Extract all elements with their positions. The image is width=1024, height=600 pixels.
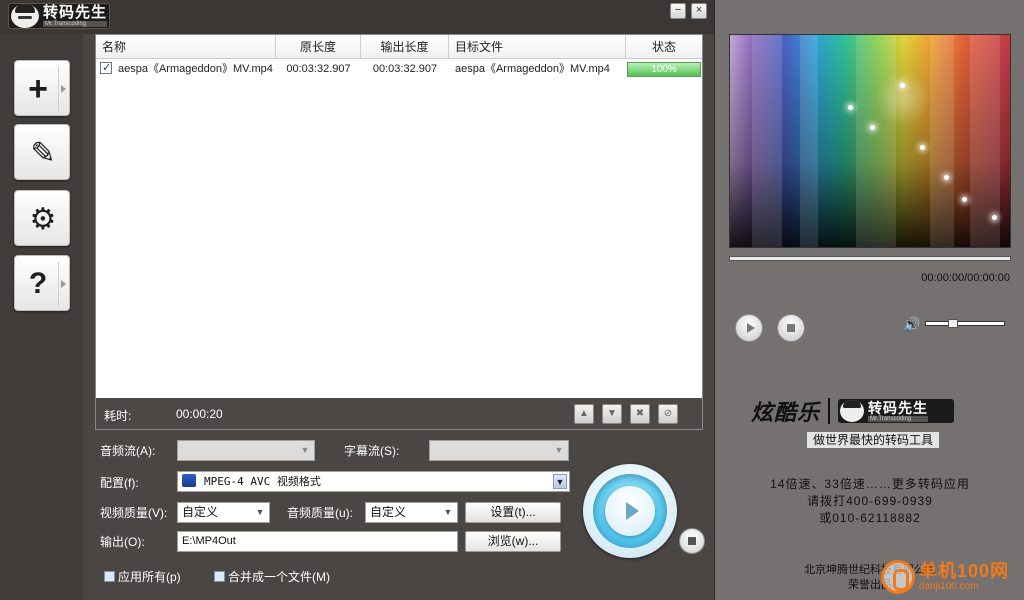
audio-quality-value: 自定义 [370, 505, 407, 519]
output-path-input[interactable]: E:\MP4Out [177, 531, 458, 552]
main-panel: 名称 原长度 输出长度 目标文件 状态 aespa《Armageddon》MV.… [83, 34, 714, 600]
apply-all-checkbox[interactable]: 应用所有(p) [104, 568, 181, 585]
column-target-file[interactable]: 目标文件 [449, 35, 626, 58]
remove-icon: ✖ [635, 408, 645, 419]
logo-title: 转码先生 [43, 4, 108, 21]
edit-button[interactable]: ✎ [14, 124, 70, 180]
start-convert-button[interactable] [583, 464, 677, 558]
chevron-down-icon: ▼ [300, 445, 310, 455]
audio-stream-label: 音频流(A): [100, 444, 156, 458]
preview-play-button[interactable] [735, 314, 763, 342]
promo-line-1: 14倍速、33倍速……更多转码应用 [770, 477, 970, 491]
slogan: 做世界最快的转码工具 [807, 432, 940, 448]
plus-icon: + [28, 69, 48, 108]
move-up-button[interactable]: ▲ [574, 404, 594, 424]
profile-label: 配置(f): [100, 476, 139, 490]
triangle-up-icon: ▲ [579, 408, 589, 419]
watermark-logo-icon [881, 560, 915, 594]
elapsed-value: 00:00:20 [176, 407, 223, 421]
profile-select[interactable]: MPEG-4 AVC 视频格式 ▼ [177, 471, 570, 492]
chevron-down-icon: ▼ [554, 445, 564, 455]
file-name: aespa《Armageddon》MV.mp4 [118, 63, 273, 75]
playback-time: 00:00:00/00:00:00 [921, 272, 1010, 284]
left-toolbar: + ✎ ⚙ ? [0, 34, 83, 600]
preview-stop-button[interactable] [777, 314, 805, 342]
table-row[interactable]: aespa《Armageddon》MV.mp4 00:03:32.907 00:… [96, 59, 702, 79]
minimize-button[interactable]: − [670, 3, 686, 19]
chevron-down-icon: ▼ [553, 474, 567, 489]
chevron-down-icon: ▼ [255, 507, 265, 517]
gear-icon: ⚙ [29, 202, 57, 236]
mascot-face-icon [11, 4, 39, 28]
video-quality-value: 自定义 [182, 505, 219, 519]
column-source-length[interactable]: 原长度 [276, 35, 361, 58]
title-bar: 转码先生 Mr.Transcoding − × [0, 0, 714, 34]
column-name[interactable]: 名称 [96, 35, 276, 58]
app-logo: 转码先生 Mr.Transcoding [8, 3, 110, 29]
pencil-icon: ✎ [30, 136, 56, 170]
subtitle-stream-label: 字幕流(S): [344, 444, 400, 458]
dropdown-arrow-icon[interactable] [61, 280, 66, 288]
brand-name: 炫酷乐 [751, 400, 821, 425]
browse-button[interactable]: 浏览(w)... [465, 531, 561, 552]
merge-one-label: 合并成一个文件(M) [228, 570, 330, 584]
promo-line-3: 或010-62118882 [819, 511, 921, 525]
add-file-button[interactable]: + [14, 60, 70, 116]
merge-one-checkbox[interactable]: 合并成一个文件(M) [214, 568, 330, 585]
elapsed-label: 耗时: [104, 409, 132, 423]
file-list-header: 名称 原长度 输出长度 目标文件 状态 [96, 35, 702, 59]
promo-logo-subtitle: Mr.Transcoding [868, 415, 929, 422]
target-file: aespa《Armageddon》MV.mp4 [455, 63, 610, 75]
column-status[interactable]: 状态 [626, 35, 702, 58]
file-list-footer: 耗时: 00:00:20 ▲ ▼ ✖ ⊘ [95, 398, 703, 430]
play-icon [626, 502, 639, 520]
checkbox-box [104, 571, 115, 583]
promo-logo: 转码先生 Mr.Transcoding [838, 399, 955, 423]
video-quality-label: 视频质量(V): [100, 506, 168, 520]
volume-slider[interactable] [925, 319, 1005, 328]
volume-icon[interactable]: 🔊 [903, 316, 920, 333]
column-output-length[interactable]: 输出长度 [361, 35, 449, 58]
file-list: 名称 原长度 输出长度 目标文件 状态 aespa《Armageddon》MV.… [95, 34, 703, 430]
mascot-face-icon [840, 400, 865, 422]
move-down-button[interactable]: ▼ [602, 404, 622, 424]
watermark-url: danji100.com [919, 581, 979, 593]
checkbox-box [214, 571, 225, 583]
output-label: 输出(O): [100, 535, 145, 549]
logo-subtitle: Mr.Transcoding [43, 21, 108, 27]
subtitle-stream-select[interactable]: ▼ [429, 440, 569, 461]
dropdown-arrow-icon[interactable] [61, 85, 66, 93]
site-watermark: 单机100网 danji100.com [881, 560, 1009, 594]
chevron-down-icon: ▼ [443, 507, 453, 517]
source-length: 00:03:32.907 [286, 63, 351, 75]
video-quality-select[interactable]: 自定义 ▼ [177, 502, 270, 523]
apply-all-label: 应用所有(p) [118, 570, 181, 584]
output-length: 00:03:32.907 [372, 63, 438, 75]
status-progress-bar: 100% [627, 62, 701, 77]
audio-stream-select[interactable]: ▼ [177, 440, 315, 461]
preview-panel: 00:00:00/00:00:00 🔊 炫酷乐 转码先生 Mr.Transcod… [714, 0, 1024, 600]
close-button[interactable]: × [691, 3, 707, 19]
promo-line-2: 请拨打400-699-0939 [807, 494, 933, 508]
triangle-down-icon: ▼ [607, 408, 617, 419]
clear-icon: ⊘ [663, 408, 673, 419]
row-checkbox[interactable] [100, 59, 112, 78]
settings-button[interactable]: ⚙ [14, 190, 70, 246]
audio-quality-label: 音频质量(u): [287, 506, 354, 520]
remove-button[interactable]: ✖ [630, 404, 650, 424]
profile-value: MPEG-4 AVC 视频格式 [204, 475, 321, 488]
promo-brand: 炫酷乐 转码先生 Mr.Transcoding [751, 396, 955, 426]
watermark-title: 单机100网 [919, 560, 1010, 581]
volume-knob[interactable] [948, 319, 958, 328]
video-preview [729, 34, 1011, 248]
stop-convert-button[interactable] [679, 528, 705, 554]
question-icon: ? [28, 267, 48, 300]
promo-logo-title: 转码先生 [868, 399, 929, 416]
clear-button[interactable]: ⊘ [658, 404, 678, 424]
video-format-icon [182, 474, 196, 488]
help-button[interactable]: ? [14, 255, 70, 311]
audio-quality-select[interactable]: 自定义 ▼ [365, 502, 458, 523]
seek-bar[interactable] [729, 256, 1011, 261]
settings-dialog-button[interactable]: 设置(t)... [465, 502, 561, 523]
